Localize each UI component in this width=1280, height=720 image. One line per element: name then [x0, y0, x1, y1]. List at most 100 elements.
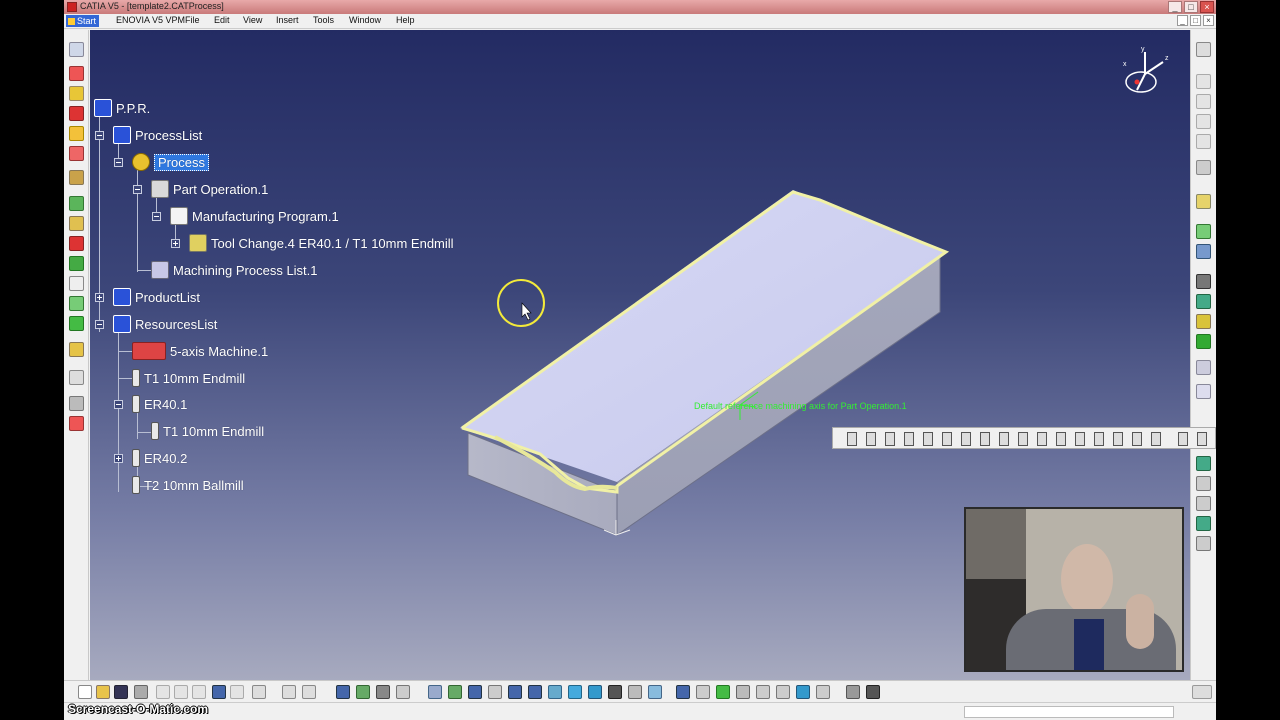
pan-icon[interactable] — [468, 685, 482, 699]
end-mill-tool-icon[interactable] — [847, 432, 857, 446]
sweeping-icon[interactable] — [69, 196, 84, 211]
machining-operation-icon[interactable] — [69, 42, 84, 57]
pencil-icon[interactable] — [69, 316, 84, 331]
machine-rotation-icon[interactable] — [1196, 224, 1211, 239]
normal-view-icon[interactable] — [548, 685, 562, 699]
paste-icon[interactable] — [192, 685, 206, 699]
menu-edit[interactable]: Edit — [214, 15, 230, 25]
copy-transform-icon[interactable] — [1196, 496, 1211, 511]
catalog-icon[interactable] — [396, 685, 410, 699]
tree-expander-er40-2[interactable] — [114, 454, 123, 463]
reamer-tool-icon[interactable] — [1037, 432, 1047, 446]
photo-icon[interactable] — [736, 685, 750, 699]
view-mode-icon[interactable] — [588, 685, 602, 699]
copy-icon[interactable] — [174, 685, 188, 699]
status-icon[interactable] — [816, 685, 830, 699]
shop-doc-icon[interactable] — [1196, 384, 1211, 399]
fly-mode-icon[interactable] — [428, 685, 442, 699]
profile-contouring-icon[interactable] — [69, 126, 84, 141]
thread-mill-tool-icon[interactable] — [1094, 432, 1104, 446]
tap-tool-icon[interactable] — [1056, 432, 1066, 446]
tree-node-er40-1[interactable]: ER40.1 — [132, 394, 187, 414]
hide-show-icon[interactable] — [628, 685, 642, 699]
tool-assembly-tool-icon[interactable] — [1178, 432, 1188, 446]
tool-path-replay-icon[interactable] — [69, 396, 84, 411]
save-icon[interactable] — [114, 685, 128, 699]
table-icon[interactable] — [336, 685, 350, 699]
tree-node-er40-1-tool[interactable]: T1 10mm Endmill — [151, 421, 264, 441]
conical-mill-tool-icon[interactable] — [923, 432, 933, 446]
doc-restore-button[interactable]: □ — [1190, 15, 1201, 26]
tree-expander-er40-1[interactable] — [114, 400, 123, 409]
tree-node-process[interactable]: Process — [132, 152, 209, 172]
countersink-tool-icon[interactable] — [999, 432, 1009, 446]
doc-minimize-button[interactable]: _ — [1177, 15, 1188, 26]
facing-icon[interactable] — [69, 106, 84, 121]
simulation-icon[interactable] — [69, 416, 84, 431]
compass-icon[interactable]: y x z — [1115, 42, 1175, 102]
drill-tool-icon[interactable] — [942, 432, 952, 446]
spot-drill-tool-icon[interactable] — [980, 432, 990, 446]
cog-icon[interactable] — [376, 685, 390, 699]
isoparametric-icon[interactable] — [69, 256, 84, 271]
multi-axis-icon[interactable] — [69, 276, 84, 291]
link-icon[interactable] — [356, 685, 370, 699]
tree-expander-part-operation[interactable] — [133, 185, 142, 194]
zoom-in-icon[interactable] — [508, 685, 522, 699]
rotate-icon[interactable] — [488, 685, 502, 699]
remove-icon[interactable] — [756, 685, 770, 699]
tree-node-manufacturing-program[interactable]: Manufacturing Program.1 — [170, 206, 339, 226]
curve-following-icon[interactable] — [69, 146, 84, 161]
flag-icon[interactable] — [796, 685, 810, 699]
tree-expander-process[interactable] — [114, 158, 123, 167]
new-file-icon[interactable] — [78, 685, 92, 699]
minimize-button[interactable]: _ — [1168, 1, 1182, 13]
verification-icon[interactable] — [1196, 294, 1211, 309]
menu-help[interactable]: Help — [396, 15, 415, 25]
z-level-icon[interactable] — [69, 236, 84, 251]
tree-node-processlist[interactable]: ProcessList — [113, 125, 202, 145]
doc-close-button[interactable]: × — [1203, 15, 1214, 26]
center-drill-tool-icon[interactable] — [961, 432, 971, 446]
product-structure-icon[interactable] — [1196, 42, 1211, 57]
pocketing-icon[interactable] — [69, 86, 84, 101]
replay-icon[interactable] — [716, 685, 730, 699]
menu-window[interactable]: Window — [349, 15, 381, 25]
barrel-mill-tool-icon[interactable] — [904, 432, 914, 446]
whats-this-icon[interactable] — [252, 685, 266, 699]
menu-insert[interactable]: Insert — [276, 15, 299, 25]
undo-icon[interactable] — [212, 685, 226, 699]
swap-space-icon[interactable] — [648, 685, 662, 699]
menu-enovia[interactable]: ENOVIA V5 VPM — [116, 15, 185, 25]
t-slot-tool-icon[interactable] — [1151, 432, 1161, 446]
title-bar[interactable]: CATIA V5 - [template2.CATProcess] _ □ × — [64, 0, 1216, 14]
tree-node-er40-2[interactable]: ER40.2 — [132, 448, 187, 468]
tree-node-ppr[interactable]: P.P.R. — [94, 98, 150, 118]
generate-apt-icon[interactable] — [1196, 334, 1211, 349]
tree-node-part-operation[interactable]: Part Operation.1 — [151, 179, 268, 199]
formula-icon[interactable] — [282, 685, 296, 699]
machine-setup-icon[interactable] — [1196, 160, 1211, 175]
chamfering-tool-icon[interactable] — [1018, 432, 1028, 446]
tree-node-machine[interactable]: 5-axis Machine.1 — [132, 341, 268, 361]
command-input[interactable] — [964, 706, 1174, 718]
tool-change-icon[interactable] — [1196, 194, 1211, 209]
spiral-milling-icon[interactable] — [69, 296, 84, 311]
t-slotter-tool-icon[interactable] — [885, 432, 895, 446]
menu-tools[interactable]: Tools — [313, 15, 334, 25]
cut-icon[interactable] — [156, 685, 170, 699]
part-icon[interactable] — [1196, 94, 1211, 109]
tree-node-productlist[interactable]: ProductList — [113, 287, 200, 307]
stock-icon[interactable] — [1196, 114, 1211, 129]
tool-query-icon[interactable] — [1196, 516, 1211, 531]
tree-expander-processlist[interactable] — [95, 131, 104, 140]
tool-assembly-icon[interactable] — [69, 170, 84, 185]
machining-feature-icon[interactable] — [69, 342, 84, 357]
menu-start[interactable]: Start — [66, 15, 100, 27]
video-simulation-icon[interactable] — [1196, 314, 1211, 329]
pp-instruction-icon[interactable] — [1196, 536, 1211, 551]
machining-output-icon[interactable] — [866, 685, 880, 699]
geometry-icon[interactable] — [1196, 74, 1211, 89]
tree-node-machining-process-list[interactable]: Machining Process List.1 — [151, 260, 318, 280]
menu-view[interactable]: View — [243, 15, 262, 25]
